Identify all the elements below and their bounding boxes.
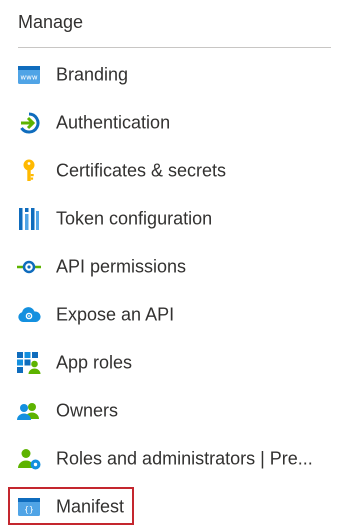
svg-text:www: www xyxy=(20,74,37,82)
nav-item-label: Certificates & secrets xyxy=(56,160,227,181)
nav-item-roles-and-administrators[interactable]: Roles and administrators | Pre... xyxy=(0,435,355,483)
nav-item-label: App roles xyxy=(56,352,133,373)
nav-item-api-permissions[interactable]: API permissions xyxy=(0,243,355,291)
nav-item-label: Token configuration xyxy=(56,208,213,229)
nav-item-label: Branding xyxy=(56,64,129,85)
nav-item-manifest[interactable]: {} Manifest xyxy=(0,483,355,531)
owners-icon xyxy=(17,399,41,423)
nav-item-label: Owners xyxy=(56,400,119,421)
cloud-icon xyxy=(17,303,41,327)
nav-item-owners[interactable]: Owners xyxy=(0,387,355,435)
svg-text:{}: {} xyxy=(24,505,34,514)
branding-icon: www xyxy=(17,63,41,87)
section-header: Manage xyxy=(18,12,84,32)
manifest-icon: {} xyxy=(17,495,41,519)
token-configuration-icon xyxy=(17,207,41,231)
manage-panel: Manage www Branding Authentication Certi… xyxy=(0,0,355,528)
roles-administrators-icon xyxy=(17,447,41,471)
authentication-icon xyxy=(17,111,41,135)
key-icon xyxy=(17,159,41,183)
nav-item-token-configuration[interactable]: Token configuration xyxy=(0,195,355,243)
section-divider xyxy=(18,47,331,48)
nav-item-app-roles[interactable]: App roles xyxy=(0,339,355,387)
nav-item-label: Expose an API xyxy=(56,304,175,325)
nav-item-expose-an-api[interactable]: Expose an API xyxy=(0,291,355,339)
nav-item-label: API permissions xyxy=(56,256,187,277)
nav-item-label: Roles and administrators | Pre... xyxy=(56,448,313,469)
app-roles-icon xyxy=(17,351,41,375)
nav-item-branding[interactable]: www Branding xyxy=(0,51,355,99)
manage-nav: www Branding Authentication Certificates… xyxy=(0,51,355,531)
nav-item-authentication[interactable]: Authentication xyxy=(0,99,355,147)
nav-item-label: Manifest xyxy=(56,496,125,517)
api-permissions-icon xyxy=(17,255,41,279)
nav-item-certificates-secrets[interactable]: Certificates & secrets xyxy=(0,147,355,195)
nav-item-label: Authentication xyxy=(56,112,171,133)
